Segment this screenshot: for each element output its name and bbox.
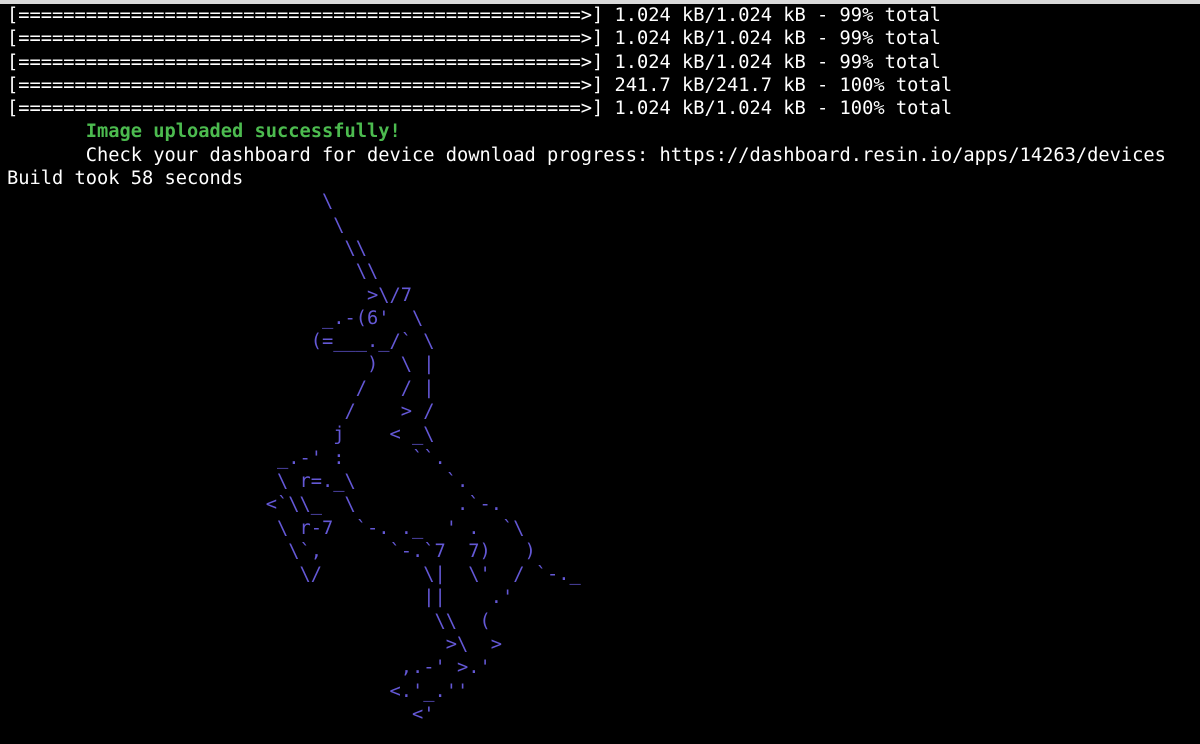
dashboard-message: Check your dashboard for device download… (7, 144, 1166, 166)
progress-line: [=======================================… (7, 98, 953, 120)
progress-line: [=======================================… (7, 28, 941, 50)
unicorn-ascii-art: \ \ \\ \\ >\/7 _.-(6' \ (=___._/` \) \ … (265, 191, 581, 725)
terminal-window[interactable]: [=======================================… (0, 4, 1200, 744)
build-time-message: Build took 58 seconds (7, 168, 244, 190)
upload-success-message: Image uploaded successfully! (7, 121, 401, 143)
progress-line: [=======================================… (7, 51, 941, 73)
progress-line: [=======================================… (7, 74, 953, 96)
progress-line: [=======================================… (7, 5, 941, 26)
